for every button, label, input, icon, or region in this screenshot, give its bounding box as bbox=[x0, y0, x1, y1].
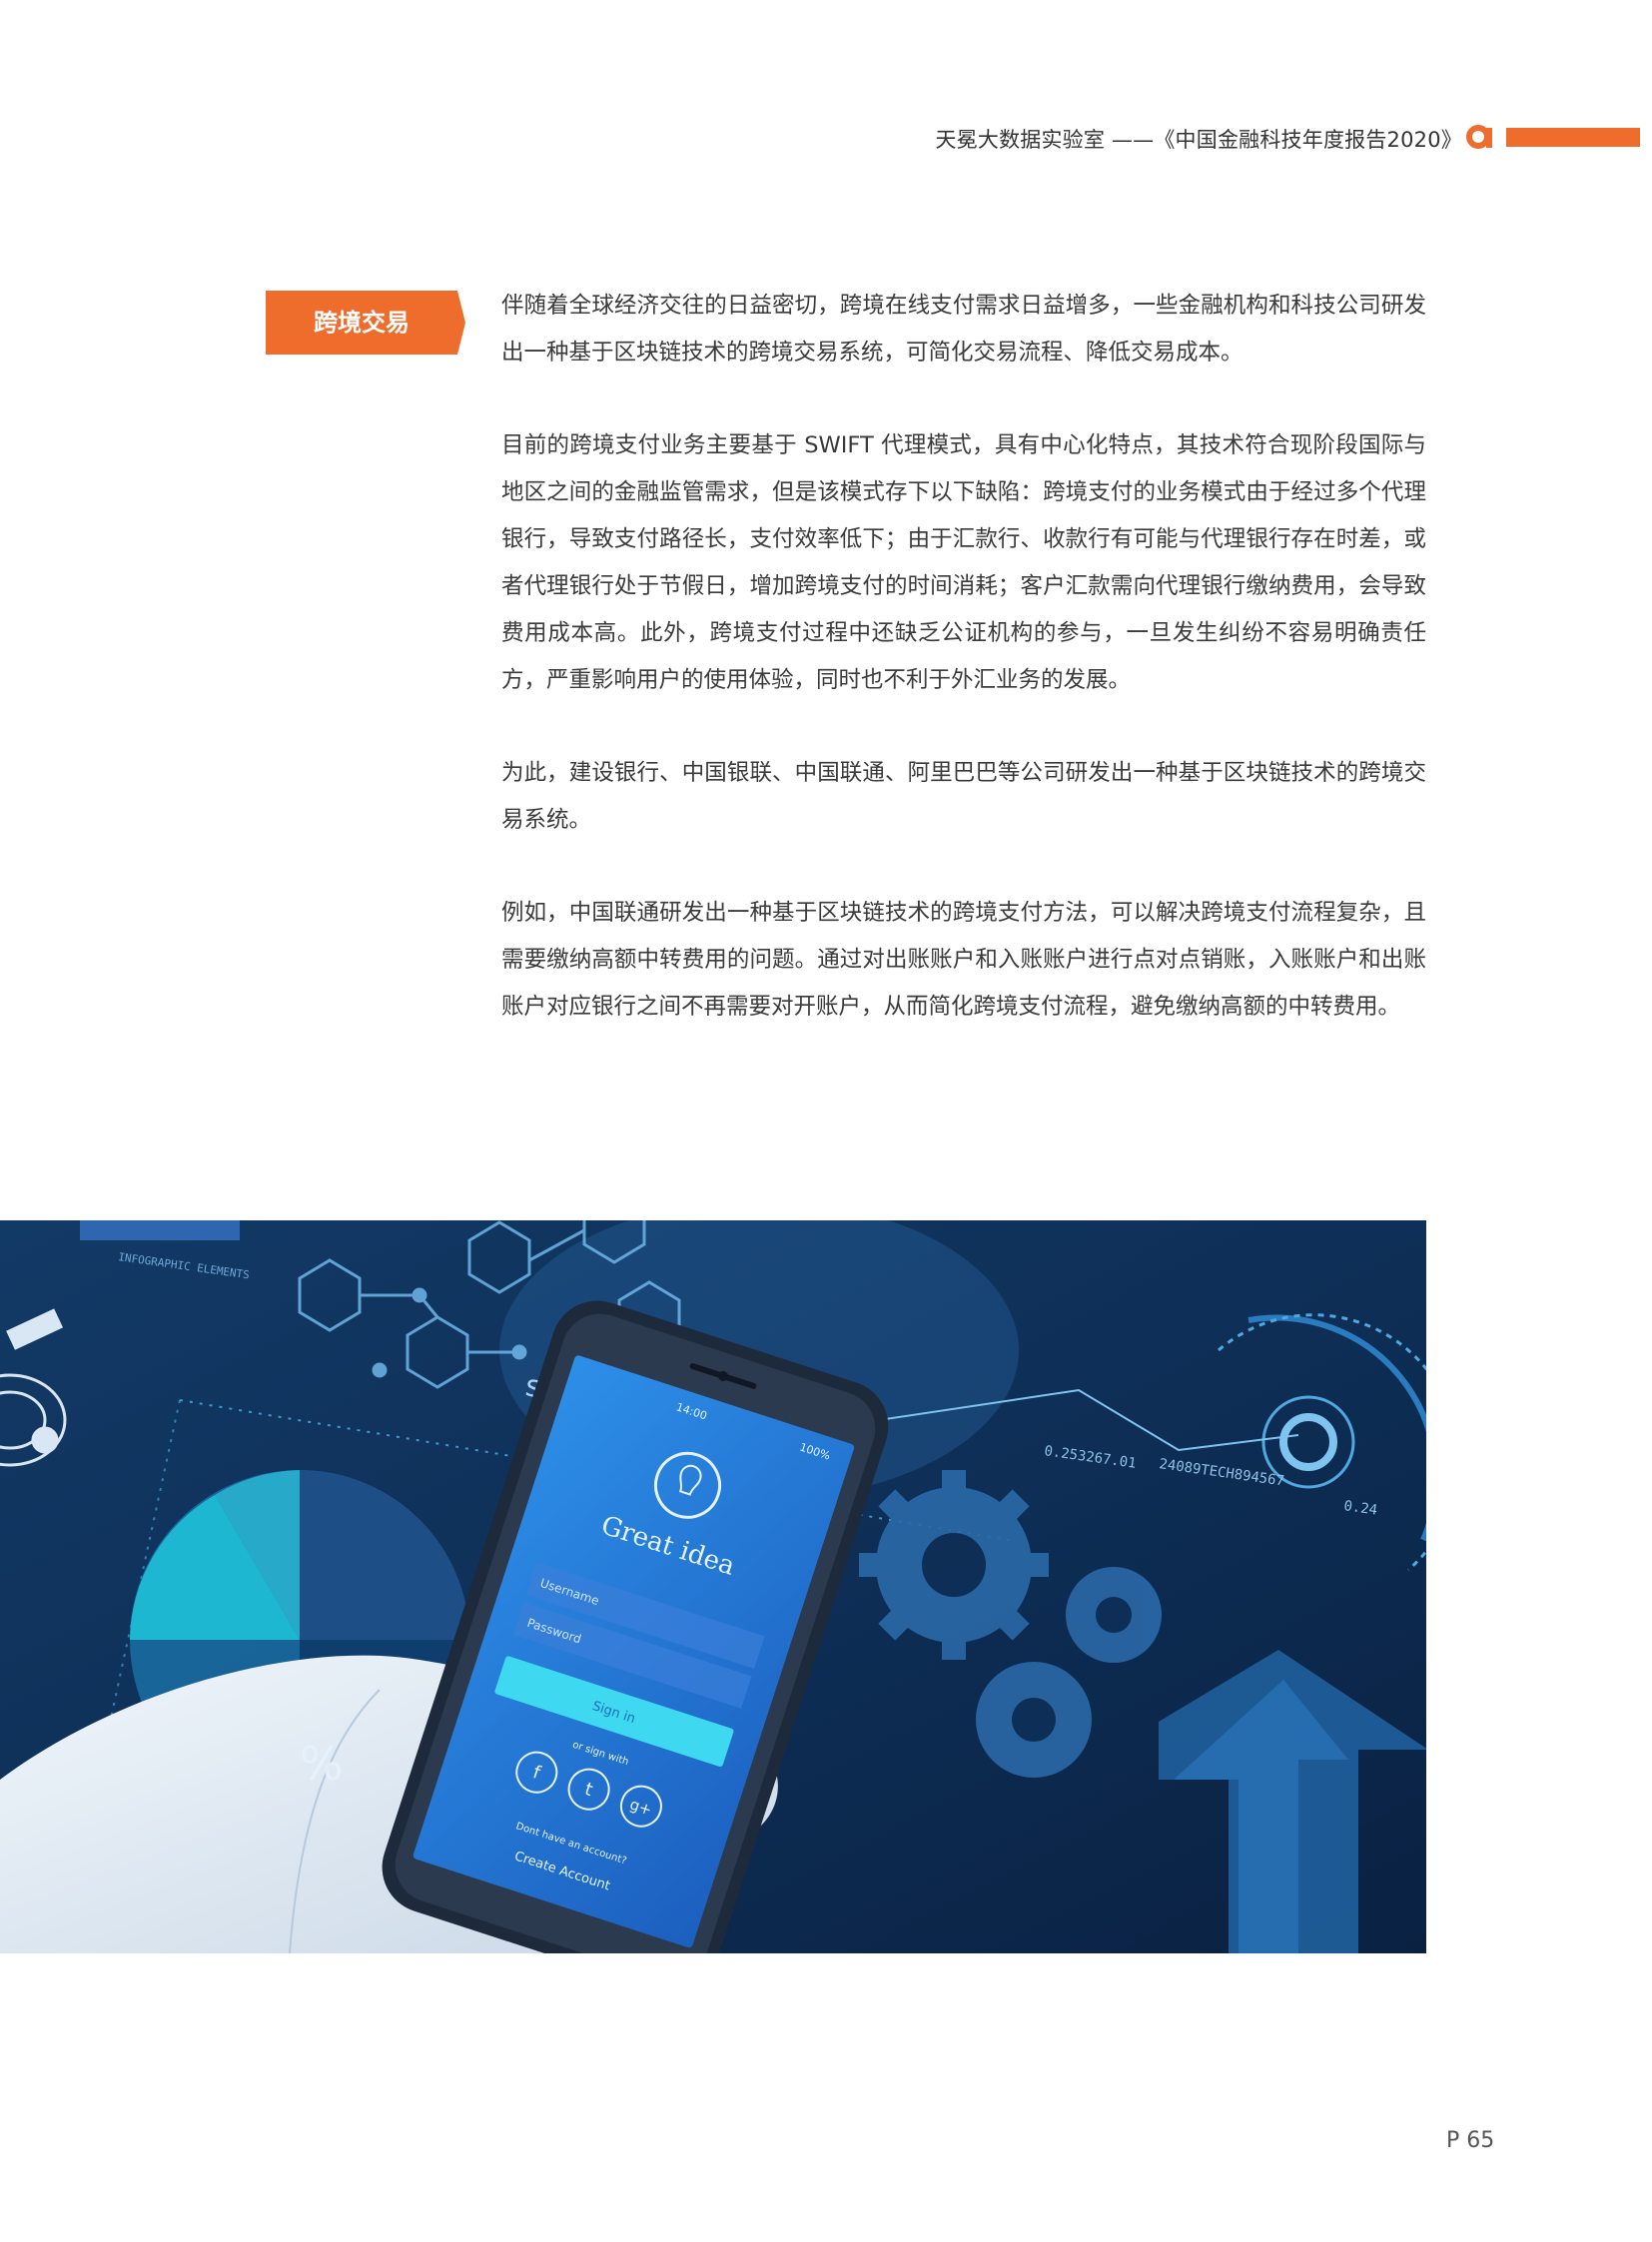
header-accent-bar bbox=[1506, 128, 1640, 147]
section-tag: 跨境交易 bbox=[266, 291, 465, 355]
report-header-title: 天冕大数据实验室 ——《中国金融科技年度报告2020》 bbox=[935, 128, 1462, 152]
fintech-illustration: INFOGRAPHIC ELEMENTS 0.253267.01 24089TE… bbox=[0, 1220, 1426, 1953]
illustration-canvas: INFOGRAPHIC ELEMENTS 0.253267.01 24089TE… bbox=[0, 1220, 1426, 1953]
paragraph: 目前的跨境支付业务主要基于 SWIFT 代理模式，具有中心化特点，其技术符合现阶… bbox=[501, 432, 1426, 693]
paragraph: 为此，建设银行、中国银联、中国联通、阿里巴巴等公司研发出一种基于区块链技术的跨境… bbox=[501, 760, 1426, 833]
section-tag-label: 跨境交易 bbox=[314, 309, 410, 337]
page-number: P 65 bbox=[1446, 2128, 1495, 2153]
percent-symbol: % bbox=[300, 1737, 344, 1791]
article-body: 伴随着全球经济交往的日益密切，跨境在线支付需求日益增多，一些金融机构和科技公司研… bbox=[501, 283, 1426, 1077]
paragraph: 例如，中国联通研发出一种基于区块链技术的跨境支付方法，可以解决跨境支付流程复杂，… bbox=[501, 900, 1426, 1020]
brand-logo-icon bbox=[1466, 125, 1492, 149]
paragraph: 伴随着全球经济交往的日益密切，跨境在线支付需求日益增多，一些金融机构和科技公司研… bbox=[501, 293, 1426, 366]
